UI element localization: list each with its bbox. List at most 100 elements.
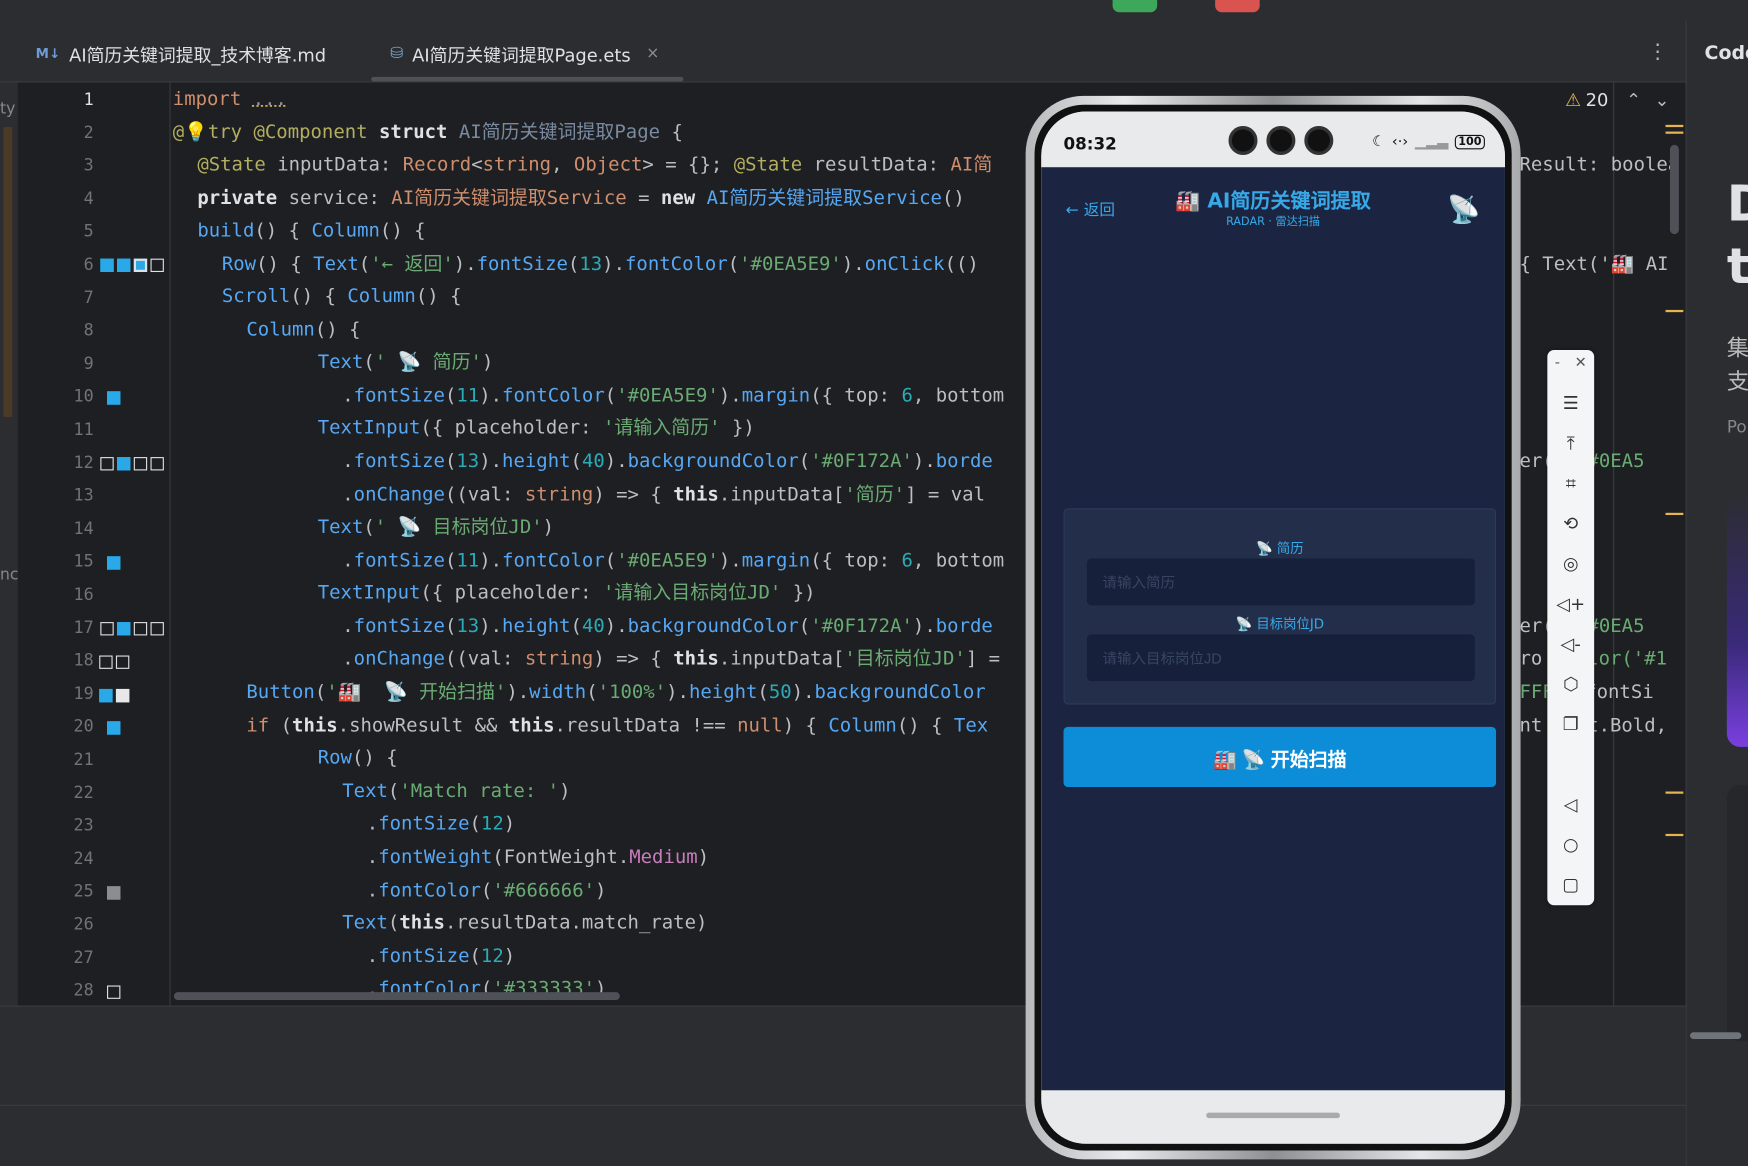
line-number: 21	[73, 749, 94, 770]
camera-icon	[1228, 125, 1258, 155]
warning-indicator[interactable]: ⚠ 20 ⌃ ⌄	[1565, 89, 1669, 110]
tab-label: AI简历关键词提取_技术博客.md	[69, 44, 327, 66]
crop-icon[interactable]: ⌗	[1547, 473, 1594, 495]
line-number: 28	[73, 980, 94, 1001]
line-number: 24	[73, 848, 94, 869]
minimize-icon[interactable]: -	[1555, 355, 1560, 372]
app-subtitle: RADAR · 雷达扫描	[1226, 216, 1321, 229]
line-number: 11	[73, 419, 94, 440]
tab-label: AI简历关键词提取Page.ets	[412, 44, 631, 66]
stop-button-red[interactable]	[1215, 0, 1260, 13]
nav-home-icon[interactable]: ○	[1547, 834, 1594, 855]
scroll-marker	[1665, 512, 1684, 516]
run-button-green[interactable]	[1112, 0, 1158, 13]
color-swatches[interactable]	[107, 556, 121, 570]
color-swatches[interactable]	[99, 655, 130, 669]
line-number: 17	[73, 617, 94, 638]
line-number: 27	[73, 947, 94, 968]
code-line: Text(' 📡 简历')	[317, 351, 494, 374]
color-swatches[interactable]	[107, 886, 121, 900]
scroll-marker	[1665, 833, 1684, 837]
signal-icon: ▁▂▃	[1414, 133, 1449, 151]
close-tab-icon[interactable]: ×	[646, 45, 659, 63]
line-number: 6	[83, 254, 94, 275]
color-swatches[interactable]	[100, 457, 164, 471]
code-line: .fontColor('#333333')	[366, 977, 607, 1000]
line-number: 10	[73, 386, 94, 407]
panel-scrollbar[interactable]	[1690, 1032, 1742, 1039]
line-number: 2	[83, 122, 94, 143]
battery-icon: 100	[1454, 134, 1485, 150]
code-line: Text(this.resultData.match_rate)	[342, 911, 708, 935]
resume-input[interactable]	[1086, 558, 1475, 606]
code-line: import ...	[172, 88, 287, 111]
code-line: .onChange((val: string) => { this.inputD…	[342, 647, 1001, 670]
color-swatches[interactable]	[107, 985, 121, 999]
chevron-down-icon[interactable]: ⌄	[1654, 89, 1669, 110]
line-number: 18	[73, 650, 94, 671]
line-number-gutter: 1 2 3 4 5 6 7 8 9 10 11 12 13 14 15 16 17 18 19 20 21 22 23 24 2…	[18, 82, 170, 1005]
code-line: .fontSize(12)	[366, 945, 516, 968]
code-line: @💡try @Component struct AI简历关键词提取Page {	[172, 121, 683, 144]
code-line: Text('Match rate: ')	[342, 780, 571, 803]
warning-count: 20	[1585, 89, 1609, 111]
line-number: 20	[73, 716, 94, 737]
code-line-tail: Result: boolea	[1519, 153, 1680, 177]
rotate-icon[interactable]: ⟲	[1547, 513, 1594, 534]
start-scan-button[interactable]: 🏭 📡 开始扫描	[1063, 726, 1497, 788]
color-swatches[interactable]	[107, 721, 121, 735]
line-number: 12	[73, 452, 94, 473]
code-line: Row() { Text('← 返回').fontSize(13).fontCo…	[221, 253, 979, 276]
left-strip-text-1: ty	[0, 100, 16, 119]
code-line: TextInput({ placeholder: '请输入简历' })	[317, 416, 755, 440]
panel-text-1: 集	[1726, 334, 1748, 362]
tab-ets[interactable]: ⛁ AI简历关键词提取Page.ets ×	[390, 42, 659, 66]
markdown-icon: M↓	[35, 45, 61, 62]
code-line: private service: AI简历关键词提取Service = new …	[197, 187, 965, 210]
line-number: 13	[73, 485, 94, 506]
vertical-scrollbar[interactable]	[1669, 144, 1679, 235]
status-bar: 08:32 ☾ ‹·› ▁▂▃ 100	[1041, 111, 1505, 168]
code-line: .fontSize(12)	[366, 812, 516, 835]
panel-text-3: Po	[1726, 416, 1747, 438]
close-icon[interactable]: ✕	[1575, 355, 1587, 372]
home-indicator[interactable]	[1206, 1112, 1340, 1119]
more-options-icon[interactable]: ⋮	[1648, 40, 1668, 63]
chevron-up-icon[interactable]: ⌃	[1626, 89, 1641, 110]
line-number: 3	[83, 155, 94, 176]
active-tab-indicator	[371, 76, 684, 82]
left-tool-strip: ty nc	[0, 82, 18, 1042]
jd-input[interactable]	[1086, 634, 1475, 682]
nav-back-icon[interactable]: ◁	[1547, 794, 1594, 815]
tab-markdown[interactable]: M↓ AI简历关键词提取_技术博客.md	[35, 42, 327, 66]
code-line: build() { Column() {	[197, 219, 426, 242]
line-number: 4	[83, 188, 94, 209]
code-line: Text(' 📡 目标岗位JD')	[317, 516, 555, 539]
panel-heading-2: t	[1726, 238, 1748, 296]
volume-up-icon[interactable]: ◁+	[1547, 593, 1594, 614]
color-swatches[interactable]	[100, 622, 164, 636]
code-panel-title[interactable]: Code	[1705, 42, 1748, 64]
previewer-toolbar: - ✕ ☰ ⤒ ⌗ ⟲ ◎ ◁+ ◁- ⬡ ❐ ◁ ○ ▢	[1547, 350, 1595, 906]
app-title: 🏭 AI简历关键词提取	[1175, 189, 1371, 213]
screenshot-icon[interactable]: ◎	[1547, 553, 1594, 574]
menu-icon[interactable]: ☰	[1547, 392, 1594, 413]
code-line: .fontSize(11).fontColor('#0EA5E9').margi…	[342, 549, 1005, 572]
color-swatches[interactable]	[99, 688, 130, 703]
line-number: 22	[73, 782, 94, 803]
line-number: 7	[83, 287, 94, 308]
panel-text-2: 支	[1726, 367, 1748, 395]
scroll-marker	[1665, 124, 1684, 128]
color-swatches[interactable]	[100, 258, 164, 273]
code-line: .fontColor('#666666')	[366, 879, 607, 902]
pin-top-icon[interactable]: ⤒	[1547, 433, 1594, 455]
code-line: Button('🏭 📡 开始扫描').width('100%').height(…	[246, 681, 986, 704]
fold-icon[interactable]: ⬡	[1547, 673, 1594, 694]
moon-icon: ☾	[1372, 133, 1386, 151]
nav-recent-icon[interactable]: ▢	[1547, 874, 1594, 895]
volume-down-icon[interactable]: ◁-	[1547, 633, 1594, 654]
structure-marker	[3, 127, 13, 417]
copy-icon[interactable]: ❐	[1547, 713, 1594, 734]
horizontal-scrollbar[interactable]	[173, 992, 620, 1000]
color-swatches[interactable]	[107, 391, 121, 405]
